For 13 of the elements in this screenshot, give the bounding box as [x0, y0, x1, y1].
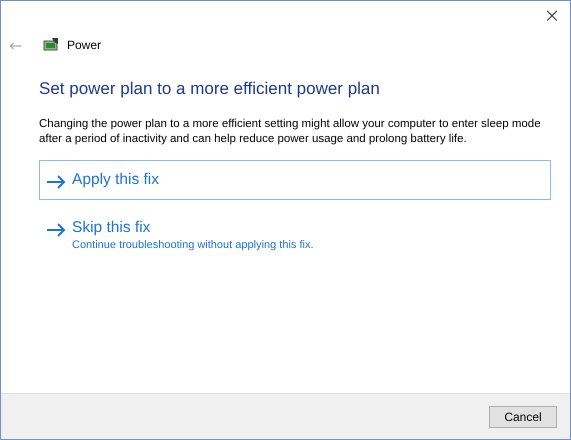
option-label: Apply this fix — [72, 171, 160, 189]
window-title: Power — [67, 38, 102, 52]
option-detail: Continue troubleshooting without applying this fix. — [72, 239, 314, 251]
heading: Set power plan to a more efficient power plan — [39, 79, 381, 99]
description: Changing the power plan to a more efficient setting might allow your computer to enter sleep mode after a period of inactivity and can help reduce power usage and prolong battery life. — [39, 117, 542, 147]
fix-option[interactable]: Apply this fix — [39, 160, 551, 200]
battery-plug-icon — [43, 38, 59, 52]
option-label: Skip this fix — [72, 219, 152, 237]
close-button[interactable]: × — [534, 1, 570, 29]
fix-option[interactable]: Skip this fix Continue troubleshooting without applying this fix. — [39, 208, 551, 262]
arrow-icon — [46, 175, 66, 189]
cancel-button[interactable]: Cancel — [489, 406, 557, 428]
arrow-icon — [46, 223, 66, 237]
